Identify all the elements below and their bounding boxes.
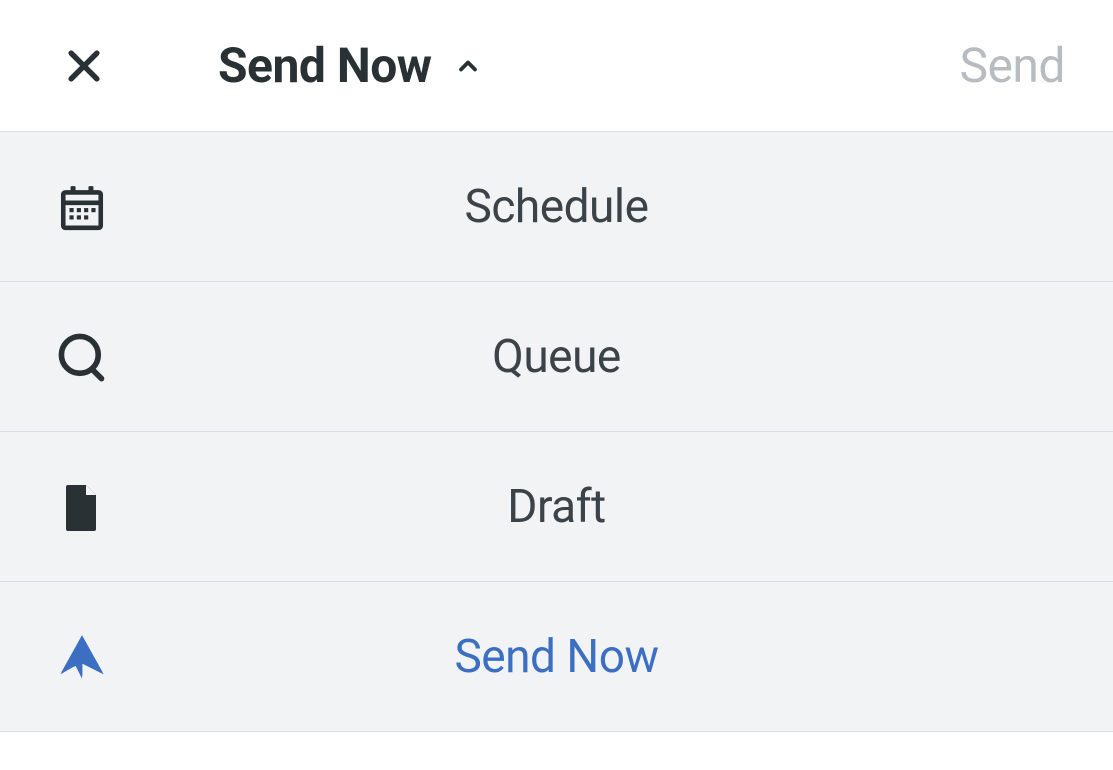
send-mode-title: Send Now [218,37,432,94]
menu-item-draft[interactable]: Draft [0,432,1113,582]
menu-item-label: Draft [507,480,605,534]
menu-item-label: Schedule [465,180,649,234]
file-icon [56,481,108,533]
menu-item-schedule[interactable]: Schedule [0,132,1113,282]
menu-item-label: Send Now [454,630,658,684]
send-button-label: Send [959,37,1065,94]
send-mode-dropdown[interactable]: Send Now [218,37,482,94]
send-icon [56,631,108,683]
close-icon [62,44,106,88]
calendar-icon [56,181,108,233]
compose-header: Send Now Send [0,0,1113,132]
send-button[interactable]: Send [959,37,1065,94]
queue-icon [56,331,108,383]
send-mode-menu: Schedule Queue Draft [0,132,1113,732]
menu-item-label: Queue [492,330,621,384]
chevron-up-icon [454,52,482,80]
menu-item-send-now[interactable]: Send Now [0,582,1113,732]
close-button[interactable] [56,38,112,94]
menu-item-queue[interactable]: Queue [0,282,1113,432]
